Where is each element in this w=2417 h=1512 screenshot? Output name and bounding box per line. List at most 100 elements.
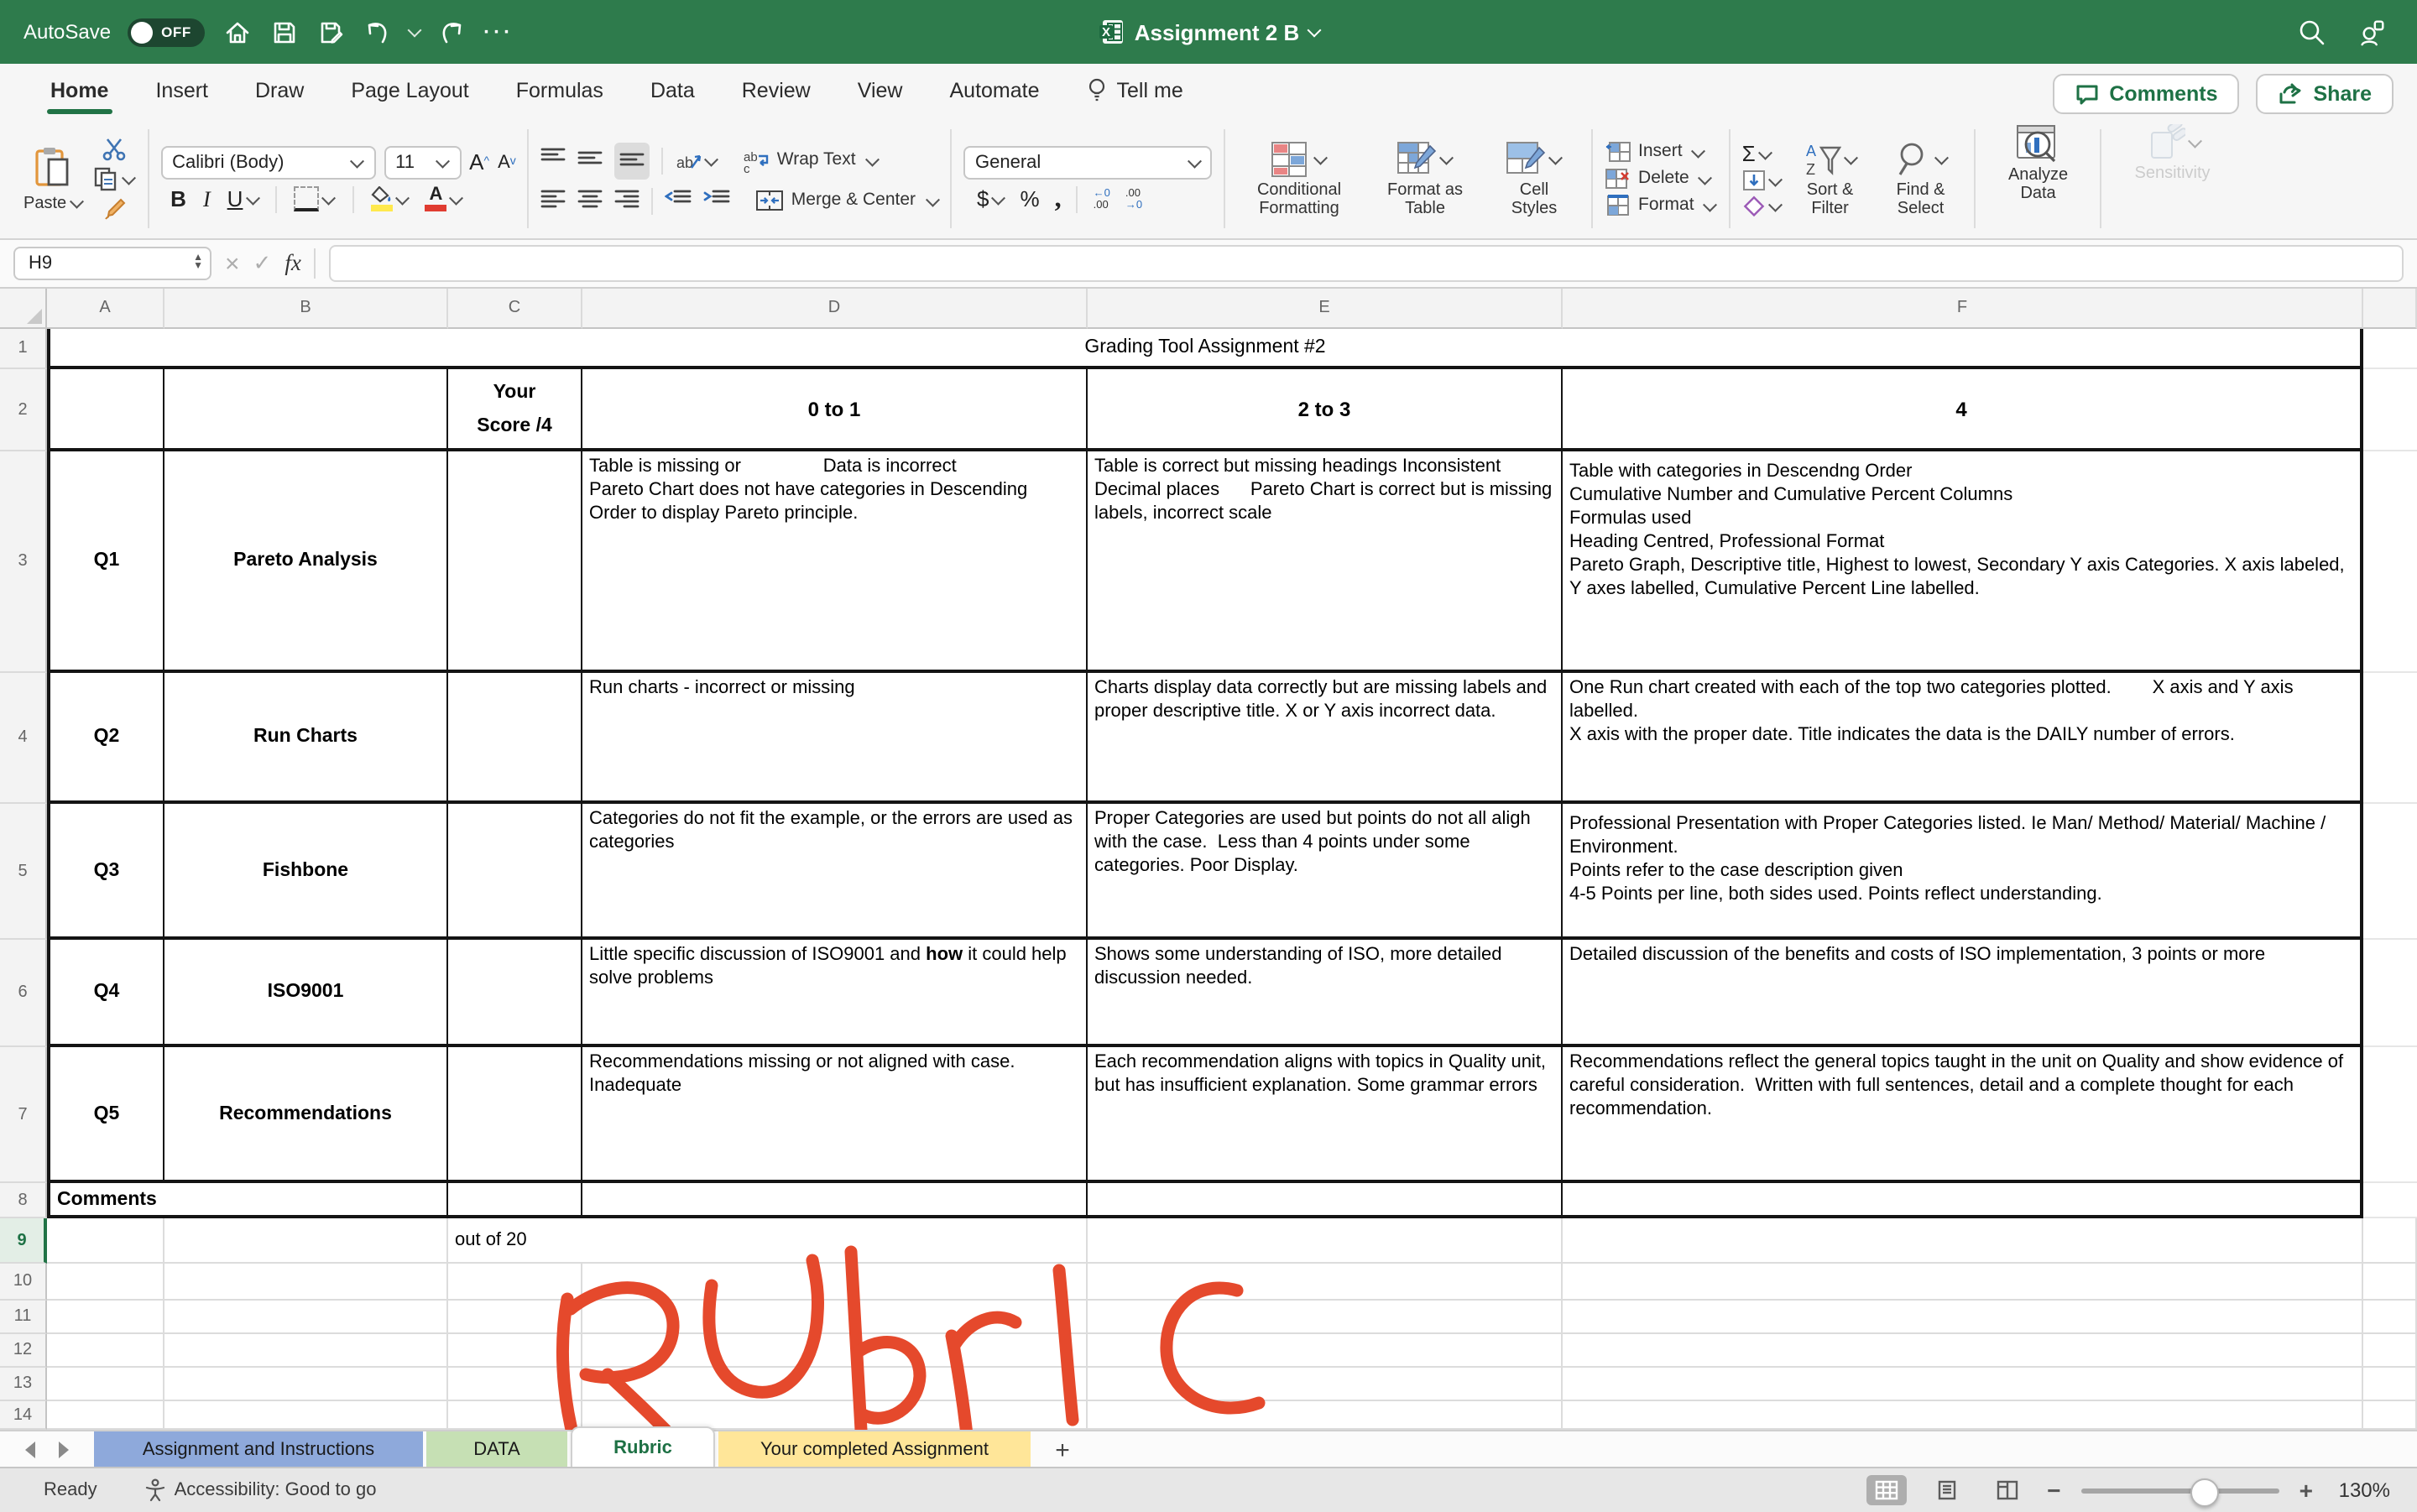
empty-cell[interactable] — [1088, 1301, 1563, 1334]
q3-level1-cell[interactable]: Categories do not fit the example, or th… — [582, 804, 1088, 940]
row-header-1[interactable]: 1 — [0, 329, 47, 369]
column-header-f[interactable]: F — [1563, 289, 2363, 329]
select-all-corner[interactable] — [0, 289, 47, 329]
tab-page-layout[interactable]: Page Layout — [347, 68, 472, 112]
home-icon[interactable] — [222, 17, 252, 47]
zoom-slider[interactable] — [2081, 1488, 2279, 1493]
accessibility-status[interactable]: Accessibility: Good to go — [97, 1478, 377, 1502]
empty-cell[interactable] — [2363, 1334, 2417, 1368]
empty-cell[interactable] — [164, 1401, 448, 1430]
row-header-2[interactable]: 2 — [0, 369, 47, 451]
level-header-2-3[interactable]: 2 to 3 — [1088, 369, 1563, 451]
empty-cell[interactable] — [582, 1183, 1088, 1218]
row-header-10[interactable]: 10 — [0, 1264, 47, 1301]
title-chevron-icon[interactable] — [1308, 23, 1322, 38]
row-header-3[interactable]: 3 — [0, 451, 47, 673]
q4-level1-cell[interactable]: Little specific discussion of ISO9001 an… — [582, 940, 1088, 1047]
empty-cell[interactable] — [448, 804, 582, 940]
comma-style-button[interactable]: , — [1055, 190, 1062, 207]
empty-cell[interactable] — [582, 1334, 1088, 1368]
more-commands-icon[interactable]: ··· — [483, 20, 514, 44]
search-icon[interactable] — [2296, 17, 2326, 47]
row-header-13[interactable]: 13 — [0, 1368, 47, 1401]
level-header-0-1[interactable]: 0 to 1 — [582, 369, 1088, 451]
zoom-level[interactable]: 130% — [2333, 1478, 2390, 1502]
out-of-20-cell[interactable]: out of 20 — [448, 1218, 1088, 1264]
tab-home[interactable]: Home — [47, 68, 112, 112]
q1-level1-cell[interactable]: Table is missing or Data is incorrect Pa… — [582, 451, 1088, 673]
font-size-select[interactable]: 11 — [384, 145, 461, 179]
format-painter-button[interactable] — [92, 196, 135, 222]
undo-icon[interactable] — [363, 17, 393, 47]
share-button[interactable]: Share — [2257, 74, 2394, 114]
empty-cell[interactable] — [1088, 1334, 1563, 1368]
insert-cells-button[interactable]: Insert — [1605, 141, 1717, 163]
q2-level2-cell[interactable]: Charts display data correctly but are mi… — [1088, 673, 1563, 804]
empty-cell[interactable] — [1563, 1334, 2363, 1368]
fill-button[interactable] — [1742, 169, 1782, 191]
tab-view[interactable]: View — [854, 68, 906, 112]
fill-color-button[interactable] — [370, 187, 408, 211]
empty-cell[interactable] — [164, 1368, 448, 1401]
cut-button[interactable] — [92, 136, 135, 161]
zoom-in-button[interactable]: + — [2300, 1477, 2313, 1504]
column-header-c[interactable]: C — [448, 289, 582, 329]
tab-tell-me[interactable]: Tell me — [1083, 67, 1187, 112]
empty-cell[interactable] — [582, 1368, 1088, 1401]
insert-function-icon[interactable]: fx — [285, 250, 301, 277]
empty-cell[interactable] — [47, 1264, 164, 1301]
align-top-button[interactable] — [541, 145, 566, 175]
column-header-d[interactable]: D — [582, 289, 1088, 329]
font-color-button[interactable]: A — [425, 187, 462, 211]
empty-cell[interactable] — [164, 1264, 448, 1301]
empty-cell[interactable] — [582, 1401, 1088, 1430]
empty-cell[interactable] — [47, 1334, 164, 1368]
empty-cell[interactable] — [1088, 1183, 1563, 1218]
tab-review[interactable]: Review — [739, 68, 814, 112]
number-format-select[interactable]: General — [963, 145, 1212, 179]
align-middle-button[interactable] — [578, 145, 603, 175]
column-header-b[interactable]: B — [164, 289, 448, 329]
empty-cell[interactable] — [2363, 1218, 2417, 1264]
empty-cell[interactable] — [47, 1301, 164, 1334]
tab-draw[interactable]: Draw — [252, 68, 307, 112]
q4-level3-cell[interactable]: Detailed discussion of the benefits and … — [1563, 940, 2363, 1047]
sheet-tab-your-completed-assignment[interactable]: Your completed Assignment — [718, 1431, 1031, 1468]
row-header-9-active[interactable]: 9 — [0, 1218, 47, 1264]
row-header-7[interactable]: 7 — [0, 1047, 47, 1183]
empty-cell[interactable] — [448, 451, 582, 673]
q5-cell[interactable]: Q5 — [47, 1047, 164, 1183]
tab-insert[interactable]: Insert — [152, 68, 211, 112]
empty-cell[interactable] — [582, 1301, 1088, 1334]
empty-cell[interactable] — [2363, 329, 2417, 369]
increase-decimal-button[interactable]: ←0.00 — [1094, 187, 1110, 211]
zoom-slider-knob[interactable] — [2190, 1478, 2218, 1506]
empty-cell[interactable] — [448, 1264, 582, 1301]
q3-level3-cell[interactable]: Professional Presentation with Proper Ca… — [1563, 804, 2363, 940]
delete-cells-button[interactable]: Delete — [1605, 168, 1717, 190]
q2-cell[interactable]: Q2 — [47, 673, 164, 804]
document-title[interactable]: Assignment 2 B — [1135, 19, 1300, 44]
align-right-button[interactable] — [615, 185, 640, 216]
empty-cell[interactable] — [1563, 1401, 2363, 1430]
zoom-out-button[interactable]: − — [2047, 1477, 2060, 1504]
autosave-toggle[interactable]: OFF — [128, 18, 205, 46]
q5-level3-cell[interactable]: Recommendations reflect the general topi… — [1563, 1047, 2363, 1183]
empty-cell[interactable] — [47, 1368, 164, 1401]
q1-level3-cell[interactable]: Table with categories in Descendng Order… — [1563, 451, 2363, 673]
q1-cell[interactable]: Q1 — [47, 451, 164, 673]
empty-cell[interactable] — [2363, 1183, 2417, 1218]
empty-cell[interactable] — [47, 1218, 164, 1264]
font-name-select[interactable]: Calibri (Body) — [160, 145, 375, 179]
add-sheet-button[interactable]: + — [1034, 1431, 1091, 1468]
column-header-e[interactable]: E — [1088, 289, 1563, 329]
column-header-overflow[interactable] — [2363, 289, 2417, 329]
format-as-table-button[interactable]: Format as Table — [1371, 138, 1479, 219]
clear-button[interactable] — [1742, 195, 1782, 216]
empty-cell[interactable] — [47, 1401, 164, 1430]
normal-view-button[interactable] — [1866, 1475, 1906, 1505]
q5-level1-cell[interactable]: Recommendations missing or not aligned w… — [582, 1047, 1088, 1183]
page-layout-view-button[interactable] — [1926, 1475, 1966, 1505]
sheet-tab-assignment-and-instructions[interactable]: Assignment and Instructions — [94, 1431, 423, 1468]
empty-cell[interactable] — [448, 673, 582, 804]
